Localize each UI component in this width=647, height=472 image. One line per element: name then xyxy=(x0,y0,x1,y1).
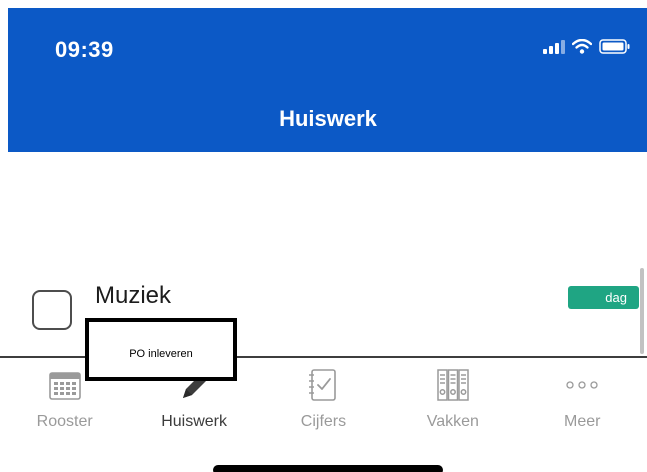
calendar-icon xyxy=(47,367,83,403)
checklist-icon xyxy=(305,367,341,403)
task-description: PO inleveren xyxy=(129,348,193,360)
battery-icon xyxy=(599,39,631,59)
home-indicator[interactable] xyxy=(213,465,443,472)
task-subject: Muziek xyxy=(95,282,172,309)
task-checkbox[interactable] xyxy=(32,290,72,330)
tab-cijfers[interactable]: Cijfers xyxy=(259,358,388,448)
tab-label: Huiswerk xyxy=(161,413,227,430)
tab-meer[interactable]: Meer xyxy=(518,358,647,448)
tab-label: Meer xyxy=(564,413,601,430)
more-dots-icon xyxy=(564,367,600,403)
page-title: Huiswerk xyxy=(279,106,377,131)
tab-label: Vakken xyxy=(426,413,479,430)
scrollbar[interactable] xyxy=(640,268,644,354)
status-time: 09:39 xyxy=(55,37,114,62)
tab-label: Cijfers xyxy=(300,413,347,430)
wifi-icon xyxy=(571,38,593,59)
status-icons xyxy=(543,38,631,60)
tab-vakken[interactable]: Vakken xyxy=(388,358,517,448)
binders-icon xyxy=(435,367,471,403)
tab-label: Rooster xyxy=(36,413,93,430)
signal-icon xyxy=(543,39,565,59)
task-description-callout: PO inleveren xyxy=(85,318,237,381)
app-header: 09:39 Huiswerk xyxy=(8,8,647,152)
due-badge: dag xyxy=(568,286,639,309)
